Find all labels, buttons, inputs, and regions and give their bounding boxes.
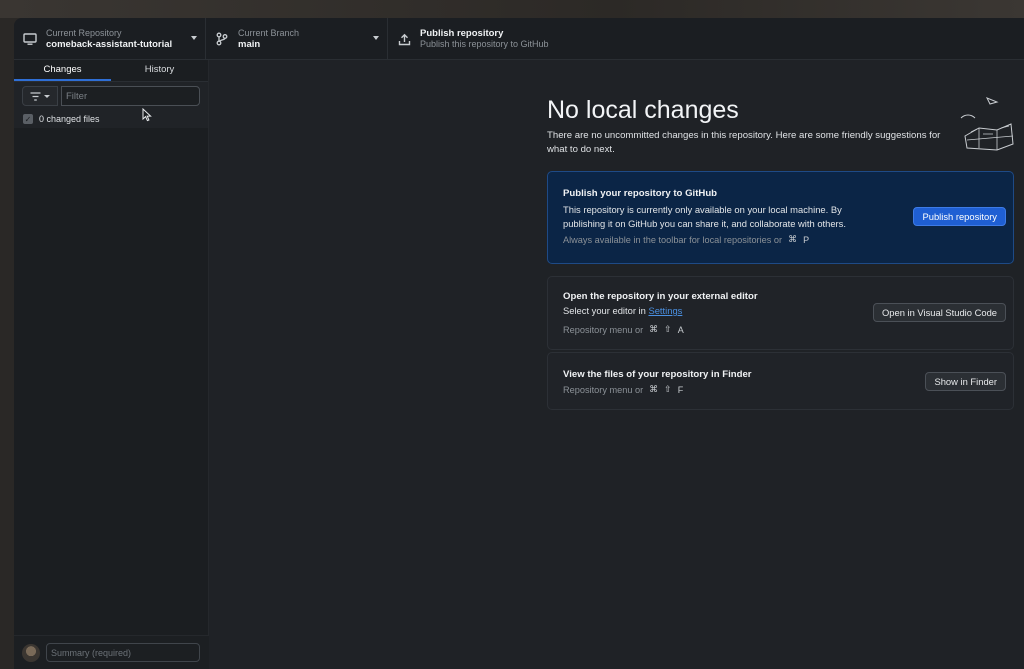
filter-icon	[30, 91, 41, 101]
computer-icon	[22, 31, 38, 47]
current-branch-dropdown[interactable]: Current Branch main	[206, 18, 388, 60]
commit-summary-area	[14, 635, 209, 669]
filter-row	[14, 82, 208, 110]
shortcut-key: A	[677, 324, 684, 335]
branch-icon	[214, 31, 230, 47]
shortcut-key: P	[803, 234, 810, 245]
finder-hint-text: Repository menu or	[563, 384, 644, 395]
current-repository-name: comeback-assistant-tutorial	[46, 39, 173, 50]
shift-key-icon: ⇧	[664, 324, 672, 334]
publish-repository-title: Publish repository	[420, 28, 504, 39]
publish-card-title: Publish your repository to GitHub	[563, 188, 718, 199]
empty-state-illustration	[960, 97, 1014, 151]
summary-input[interactable]	[46, 643, 200, 662]
toolbar: Current Repository comeback-assistant-tu…	[14, 18, 1024, 60]
mouse-pointer-icon	[142, 108, 152, 122]
publish-hint-text: Always available in the toolbar for loca…	[563, 234, 783, 245]
current-branch-name: main	[238, 39, 261, 50]
upload-icon	[396, 31, 412, 47]
app-window: Current Repository comeback-assistant-tu…	[14, 18, 1024, 669]
current-repository-label: Current Repository	[46, 28, 122, 38]
command-key-icon: ⌘	[649, 384, 659, 394]
finder-card: View the files of your repository in Fin…	[547, 352, 1014, 410]
editor-card: Open the repository in your external edi…	[547, 276, 1014, 350]
show-in-finder-button[interactable]: Show in Finder	[925, 372, 1006, 391]
sidebar-tabs: Changes History	[14, 60, 208, 82]
sidebar: Changes History ✓ 0 changed files	[14, 60, 209, 669]
publish-card-hint: Always available in the toolbar for loca…	[563, 234, 809, 245]
open-in-editor-button[interactable]: Open in Visual Studio Code	[872, 303, 1006, 322]
publish-repository-toolbar-button[interactable]: Publish repository Publish this reposito…	[388, 18, 558, 60]
tab-history[interactable]: History	[111, 60, 208, 81]
changed-files-row: ✓ 0 changed files	[14, 110, 208, 128]
publish-repository-subtitle: Publish this repository to GitHub	[420, 39, 549, 49]
avatar	[22, 643, 40, 662]
editor-card-title: Open the repository in your external edi…	[563, 291, 758, 302]
caret-down-icon	[44, 94, 50, 98]
finder-card-hint: Repository menu or ⌘ ⇧ F	[563, 384, 683, 395]
page-description: There are no uncommitted changes in this…	[547, 130, 941, 155]
desktop-backdrop	[0, 0, 1024, 18]
shortcut-key: F	[677, 384, 684, 395]
editor-card-text-prefix: Select your editor in	[563, 305, 646, 316]
current-branch-label: Current Branch	[238, 28, 300, 38]
shift-key-icon: ⇧	[664, 384, 672, 394]
select-all-checkbox[interactable]: ✓	[23, 114, 33, 124]
editor-card-hint: Repository menu or ⌘ ⇧ A	[563, 324, 684, 335]
caret-down-icon	[373, 36, 379, 40]
settings-link[interactable]: Settings	[648, 305, 682, 316]
filter-input[interactable]	[61, 86, 200, 106]
command-key-icon: ⌘	[649, 324, 659, 334]
publish-card-text: This repository is currently only availa…	[563, 204, 846, 229]
editor-card-text: Select your editor in Settings	[563, 304, 682, 318]
publish-repository-button[interactable]: Publish repository	[913, 207, 1006, 226]
tab-changes[interactable]: Changes	[14, 60, 111, 81]
editor-hint-text: Repository menu or	[563, 324, 644, 335]
command-key-icon: ⌘	[788, 234, 798, 244]
page-title: No local changes	[547, 96, 739, 124]
publish-card: Publish your repository to GitHub This r…	[547, 171, 1014, 264]
current-repository-dropdown[interactable]: Current Repository comeback-assistant-tu…	[14, 18, 206, 60]
main-content: No local changes There are no uncommitte…	[209, 60, 1024, 669]
changed-files-count: 0 changed files	[39, 114, 100, 124]
finder-card-title: View the files of your repository in Fin…	[563, 369, 752, 380]
filter-options-button[interactable]	[22, 86, 58, 106]
caret-down-icon	[191, 36, 197, 40]
